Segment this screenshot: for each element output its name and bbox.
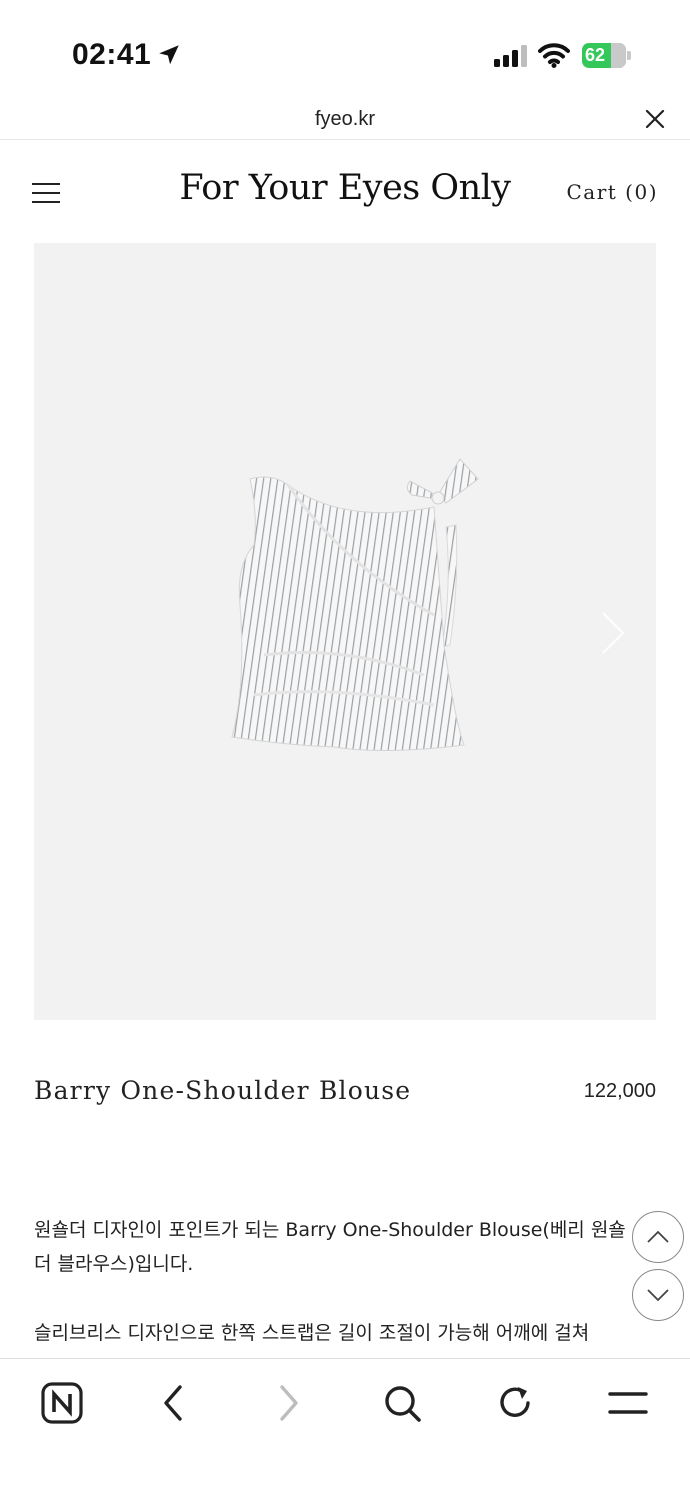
chevron-right-icon[interactable] bbox=[600, 611, 626, 655]
url-bar[interactable]: fyeo.kr bbox=[0, 100, 690, 140]
search-icon[interactable] bbox=[380, 1381, 424, 1425]
scroll-down-button[interactable] bbox=[632, 1269, 684, 1321]
back-arrow-icon[interactable] bbox=[152, 1381, 196, 1425]
chevron-up-icon bbox=[647, 1230, 669, 1243]
close-icon[interactable] bbox=[644, 108, 666, 130]
status-time: 02:41 bbox=[72, 38, 152, 71]
product-price: 122,000 bbox=[583, 1080, 656, 1102]
status-bar: 02:41 62 bbox=[0, 0, 690, 100]
product-image[interactable] bbox=[34, 243, 656, 1020]
battery-indicator: 62 bbox=[582, 43, 631, 68]
location-arrow-icon bbox=[159, 45, 179, 65]
url-text[interactable]: fyeo.kr bbox=[0, 108, 690, 131]
browser-toolbar bbox=[0, 1358, 690, 1500]
scroll-up-button[interactable] bbox=[632, 1211, 684, 1263]
naver-n-icon[interactable] bbox=[40, 1381, 84, 1425]
cellular-signal-icon bbox=[494, 45, 527, 67]
wifi-icon bbox=[538, 43, 570, 68]
chevron-down-icon bbox=[647, 1289, 669, 1302]
reload-icon[interactable] bbox=[494, 1381, 538, 1425]
more-menu-icon[interactable] bbox=[606, 1381, 650, 1425]
product-description-paragraph: 슬리브리스 디자인으로 한쪽 스트랩은 길이 조절이 가능해 어깨에 걸쳐 bbox=[34, 1322, 590, 1344]
forward-arrow-icon bbox=[280, 1385, 298, 1421]
product-name: Barry One-Shoulder Blouse bbox=[34, 1076, 412, 1105]
cart-link[interactable]: Cart (0) bbox=[566, 180, 658, 204]
battery-level: 62 bbox=[585, 45, 606, 65]
product-description-paragraph: 원숄더 디자인이 포인트가 되는 Barry One-Shoulder Blou… bbox=[34, 1219, 626, 1275]
blouse-image bbox=[231, 458, 479, 752]
